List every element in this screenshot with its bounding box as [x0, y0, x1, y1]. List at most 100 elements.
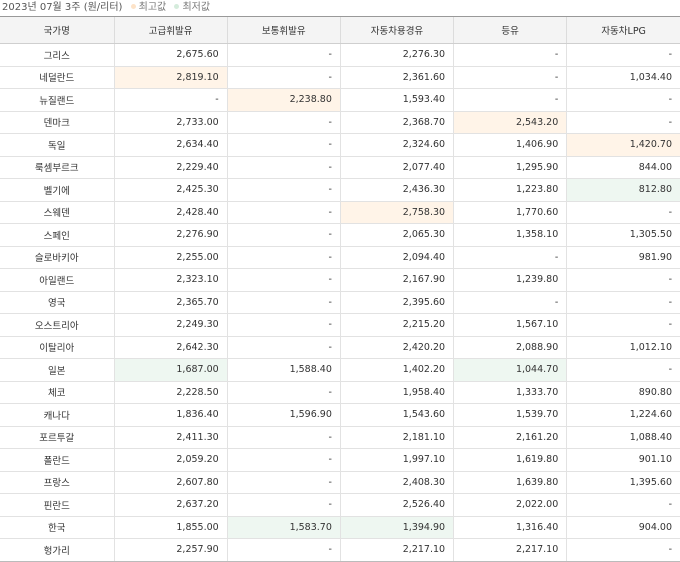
diesel-cell: 2,094.40: [339, 246, 454, 269]
table-row: 캐나다 1,836.40 1,596.90 1,543.60 1,539.70 1,224…: [0, 403, 680, 427]
kerosene-cell: 1,770.60: [453, 201, 567, 224]
premium-gasoline-cell: 2,059.20: [113, 448, 228, 472]
regular-gasoline-cell: -: [226, 246, 341, 269]
kerosene-cell: 1,295.90: [453, 156, 567, 179]
lpg-cell: -: [566, 201, 680, 224]
regular-gasoline-cell: -: [226, 493, 341, 517]
country-cell: 오스트리아: [0, 313, 114, 337]
lpg-cell: -: [566, 358, 680, 382]
lpg-cell: 1,420.70: [566, 133, 680, 157]
regular-gasoline-cell: -: [226, 471, 341, 494]
table-row: 헝가리 2,257.90-2,217.10 2,217.10-: [0, 538, 680, 562]
table-row: 한국 1,855.00 1,583.70 1,394.90 1,316.40 904.00: [0, 516, 680, 539]
table-row: 일본 1,687.00 1,588.40 1,402.20 1,044.70-: [0, 358, 680, 382]
lpg-cell: 1,034.40: [566, 66, 680, 89]
diesel-cell: 2,077.40: [339, 156, 454, 179]
diesel-cell: 2,758.30: [339, 201, 454, 224]
country-cell: 룩셈부르크: [0, 156, 114, 179]
kerosene-cell: 1,223.80: [453, 178, 567, 202]
regular-gasoline-cell: -: [226, 111, 341, 134]
unit-label: (원/리터): [83, 2, 123, 13]
max-legend-dot: [130, 4, 136, 9]
premium-gasoline-cell: 2,365.70: [113, 291, 228, 314]
diesel-cell: 2,395.60: [339, 291, 454, 314]
premium-gasoline-cell: 2,637.20: [113, 493, 228, 517]
table-row: 아일랜드 2,323.10-2,167.90 1,239.80-: [0, 268, 680, 292]
regular-gasoline-cell: 1,588.40: [226, 358, 341, 382]
kerosene-cell: -: [453, 43, 567, 67]
country-cell: 캐나다: [0, 403, 114, 427]
diesel-cell: 1,593.40: [339, 88, 454, 112]
header-kerosene: 등유: [453, 16, 567, 44]
premium-gasoline-cell: 2,323.10: [113, 268, 228, 292]
fuel-price-table: 국가명 고급휘발유 보통휘발유 자동차용경유 등유 자동차LPG 그리스 2,67…: [0, 16, 680, 562]
country-cell: 슬로바키아: [0, 246, 114, 269]
regular-gasoline-cell: -: [226, 43, 341, 67]
diesel-cell: 2,526.40: [339, 493, 454, 517]
lpg-cell: 904.00: [566, 516, 680, 539]
table-row: 핀란드 2,637.20-2,526.40 2,022.00-: [0, 493, 680, 517]
period-label: 2023년 07월 3주: [2, 2, 81, 13]
country-cell: 네덜란드: [0, 66, 114, 89]
country-cell: 아일랜드: [0, 268, 114, 292]
regular-gasoline-cell: -: [226, 538, 341, 562]
lpg-cell: 1,088.40: [566, 426, 680, 449]
lpg-cell: -: [566, 538, 680, 562]
country-cell: 벨기에: [0, 178, 114, 202]
lpg-cell: 844.00: [566, 156, 680, 179]
table-row: 룩셈부르크 2,229.40-2,077.40 1,295.90 844.00: [0, 156, 680, 179]
lpg-cell: 1,012.10: [566, 336, 680, 359]
table-row: 이탈리아 2,642.30-2,420.20 2,088.90 1,012.10: [0, 336, 680, 359]
country-cell: 덴마크: [0, 111, 114, 134]
table-row: 포르투갈 2,411.30-2,181.10 2,161.20 1,088.40: [0, 426, 680, 449]
regular-gasoline-cell: -: [226, 66, 341, 89]
lpg-cell: -: [566, 493, 680, 517]
lpg-cell: -: [566, 268, 680, 292]
table-row: 독일 2,634.40-2,324.60 1,406.90 1,420.70: [0, 133, 680, 157]
regular-gasoline-cell: -: [226, 268, 341, 292]
kerosene-cell: 2,161.20: [453, 426, 567, 449]
kerosene-cell: -: [453, 88, 567, 112]
table-body: 그리스 2,675.60-2,276.30- - 네덜란드 2,819.10-2,361…: [0, 43, 680, 562]
kerosene-cell: 1,044.70: [453, 358, 567, 382]
premium-gasoline-cell: 1,855.00: [113, 516, 228, 539]
kerosene-cell: 2,543.20: [453, 111, 567, 134]
table-caption: 2023년 07월 3주 (원/리터) 최고값 최저값: [0, 0, 680, 16]
regular-gasoline-cell: 1,583.70: [226, 516, 341, 539]
country-cell: 헝가리: [0, 538, 114, 562]
premium-gasoline-cell: 2,229.40: [113, 156, 228, 179]
header-lpg: 자동차LPG: [566, 16, 680, 44]
premium-gasoline-cell: 2,634.40: [113, 133, 228, 157]
diesel-cell: 2,420.20: [339, 336, 454, 359]
table-row: 덴마크 2,733.00-2,368.70 2,543.20-: [0, 111, 680, 134]
table-row: 폴란드 2,059.20-1,997.10 1,619.80 901.10: [0, 448, 680, 472]
regular-gasoline-cell: -: [226, 201, 341, 224]
kerosene-cell: 1,639.80: [453, 471, 567, 494]
kerosene-cell: 2,217.10: [453, 538, 567, 562]
premium-gasoline-cell: 2,733.00: [113, 111, 228, 134]
regular-gasoline-cell: -: [226, 448, 341, 472]
lpg-cell: -: [566, 111, 680, 134]
kerosene-cell: 1,406.90: [453, 133, 567, 157]
lpg-cell: 1,395.60: [566, 471, 680, 494]
country-cell: 핀란드: [0, 493, 114, 517]
regular-gasoline-cell: 1,596.90: [226, 403, 341, 427]
lpg-cell: 812.80: [566, 178, 680, 202]
regular-gasoline-cell: -: [226, 313, 341, 337]
table-row: 프랑스 2,607.80-2,408.30 1,639.80 1,395.60: [0, 471, 680, 494]
header-country: 국가명: [0, 16, 114, 44]
country-cell: 폴란드: [0, 448, 114, 472]
lpg-cell: 981.90: [566, 246, 680, 269]
kerosene-cell: 1,619.80: [453, 448, 567, 472]
diesel-cell: 1,543.60: [339, 403, 454, 427]
min-legend-dot: [174, 4, 180, 9]
country-cell: 스페인: [0, 223, 114, 247]
kerosene-cell: -: [453, 66, 567, 89]
premium-gasoline-cell: 2,257.90: [113, 538, 228, 562]
country-cell: 한국: [0, 516, 114, 539]
premium-gasoline-cell: 2,249.30: [113, 313, 228, 337]
premium-gasoline-cell: 1,687.00: [113, 358, 228, 382]
country-cell: 뉴질랜드: [0, 88, 114, 112]
table-row: 스페인 2,276.90-2,065.30 1,358.10 1,305.50: [0, 223, 680, 247]
premium-gasoline-cell: 2,411.30: [113, 426, 228, 449]
